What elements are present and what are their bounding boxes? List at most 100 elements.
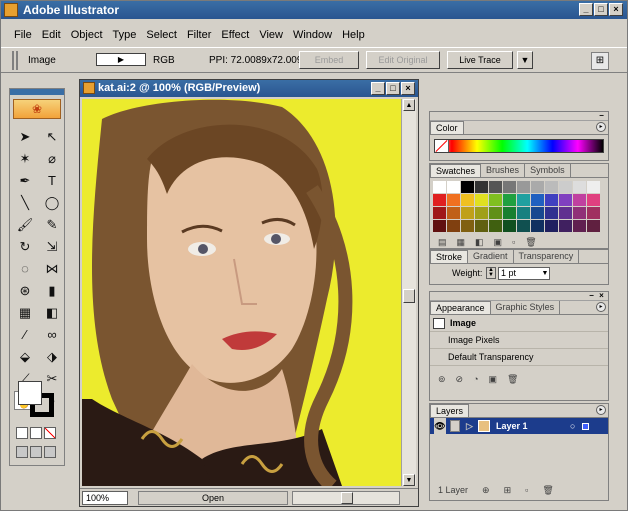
maximize-button[interactable]: □ [594,3,608,16]
ellipse-tool-icon[interactable]: ◯ [41,193,63,212]
swatch[interactable] [545,194,558,206]
doc-minimize-button[interactable]: _ [371,82,385,95]
weight-stepper[interactable]: ▲ ▼ [486,267,496,279]
new-color-group-icon[interactable]: ▣ [494,237,503,248]
type-tool-icon[interactable]: T [41,171,63,190]
swatch[interactable] [573,207,586,219]
live-paint-selection-tool-icon[interactable]: ⬗ [41,347,63,366]
paintbrush-tool-icon[interactable]: 🖌 [14,215,36,234]
tab-swatches[interactable]: Swatches [430,164,482,177]
swatch[interactable] [587,220,600,232]
fill-color-box[interactable] [18,381,42,405]
status-menu[interactable]: Open [138,491,288,505]
tab-stroke[interactable]: Stroke [430,250,469,263]
standard-screen-mode-button[interactable] [16,446,28,458]
swatch[interactable] [489,194,502,206]
new-swatch-icon[interactable]: ▫ [512,237,515,247]
swatch[interactable] [461,220,474,232]
swatch[interactable] [573,220,586,232]
swatch[interactable] [559,194,572,206]
menu-edit[interactable]: Edit [37,27,66,44]
show-swatch-kinds-icon[interactable]: ▦ [457,237,466,248]
swatch[interactable] [475,207,488,219]
swatch[interactable] [517,181,530,193]
direct-selection-tool-icon[interactable]: ↖ [41,127,63,146]
live-paint-tool-icon[interactable]: ⬙ [14,347,36,366]
swatch[interactable] [531,220,544,232]
graph-tool-icon[interactable]: ▮ [41,281,63,300]
close-button[interactable]: × [609,3,623,16]
color-spectrum-bar[interactable] [434,139,604,153]
rotate-tool-icon[interactable]: ↻ [14,237,36,256]
swatch-grid[interactable] [433,181,605,232]
blend-tool-icon[interactable]: ∞ [41,325,63,344]
swatch[interactable] [559,207,572,219]
control-panel-menu-icon[interactable]: ⊞ [591,52,609,70]
menu-effect[interactable]: Effect [216,27,254,44]
swatch[interactable] [573,194,586,206]
menu-help[interactable]: Help [337,27,370,44]
tab-brushes[interactable]: Brushes [481,164,526,177]
gradient-tool-icon[interactable]: ◧ [41,303,63,322]
swatch[interactable] [489,181,502,193]
tab-transparency[interactable]: Transparency [514,250,580,263]
swatch[interactable] [433,181,446,193]
lasso-tool-icon[interactable]: ⌀ [41,149,63,168]
swatch[interactable] [461,181,474,193]
menu-object[interactable]: Object [66,27,108,44]
panel-menu-icon[interactable]: ▸ [596,122,606,132]
appearance-min-icon[interactable]: − [587,292,596,301]
magic-wand-tool-icon[interactable]: ✶ [14,149,36,168]
duplicate-item-icon[interactable]: ▣ [489,374,498,385]
eyedropper-tool-icon[interactable]: ⁄ [14,325,36,344]
menu-type[interactable]: Type [108,27,142,44]
tab-gradient[interactable]: Gradient [468,250,514,263]
embed-button[interactable]: Embed [299,51,359,69]
doc-close-button[interactable]: × [401,82,415,95]
delete-layer-icon[interactable]: 🗑 [542,485,553,496]
swatch[interactable] [531,181,544,193]
placed-portrait-image[interactable] [82,99,402,486]
full-screen-menu-mode-button[interactable] [30,446,42,458]
vertical-scrollbar[interactable]: ▲ ▼ [401,99,416,486]
live-trace-button[interactable]: Live Trace [447,51,513,69]
make-clipping-mask-icon[interactable]: ⊕ [482,485,490,496]
appearance-close-icon[interactable]: × [597,292,606,301]
swatch[interactable] [433,220,446,232]
tab-graphic-styles[interactable]: Graphic Styles [491,301,561,314]
tab-symbols[interactable]: Symbols [525,164,571,177]
document-title-bar[interactable]: kat.ai:2 @ 100% (RGB/Preview) _ □ × [80,80,418,97]
color-mode-button[interactable] [16,427,28,439]
menu-view[interactable]: View [254,27,288,44]
layers-menu-icon[interactable]: ▸ [596,405,606,415]
swatch[interactable] [531,194,544,206]
toolbox-header[interactable] [10,89,64,95]
swatch[interactable] [489,220,502,232]
zoom-level-field[interactable]: 100% [82,491,128,505]
selection-square-icon[interactable] [582,423,589,430]
fill-stroke-swatch[interactable] [18,381,56,419]
scroll-down-arrow-icon[interactable]: ▼ [403,474,415,486]
swatch[interactable] [461,194,474,206]
swatch[interactable] [503,194,516,206]
lock-toggle[interactable] [450,420,460,432]
edit-original-button[interactable]: Edit Original [366,51,440,69]
swatch[interactable] [559,220,572,232]
tracing-options-dropdown[interactable]: ▼ [517,51,533,69]
full-screen-mode-button[interactable] [44,446,56,458]
swatch[interactable] [447,194,460,206]
artboard-canvas[interactable] [82,99,402,486]
clear-appearance-icon[interactable]: ⊘ [456,374,464,385]
control-panel-grip[interactable] [12,51,18,70]
symbol-sprayer-tool-icon[interactable]: ⊛ [14,281,36,300]
swatch[interactable] [447,181,460,193]
swatch[interactable] [475,194,488,206]
swatch[interactable] [587,181,600,193]
delete-swatch-icon[interactable]: 🗑 [525,237,536,248]
swatch[interactable] [447,207,460,219]
swatch[interactable] [573,181,586,193]
appearance-item-default-transparency[interactable]: Default Transparency [430,349,608,366]
minimize-button[interactable]: _ [579,3,593,16]
panel-min-icon[interactable]: − [597,112,606,121]
pencil-tool-icon[interactable]: ✎ [41,215,63,234]
